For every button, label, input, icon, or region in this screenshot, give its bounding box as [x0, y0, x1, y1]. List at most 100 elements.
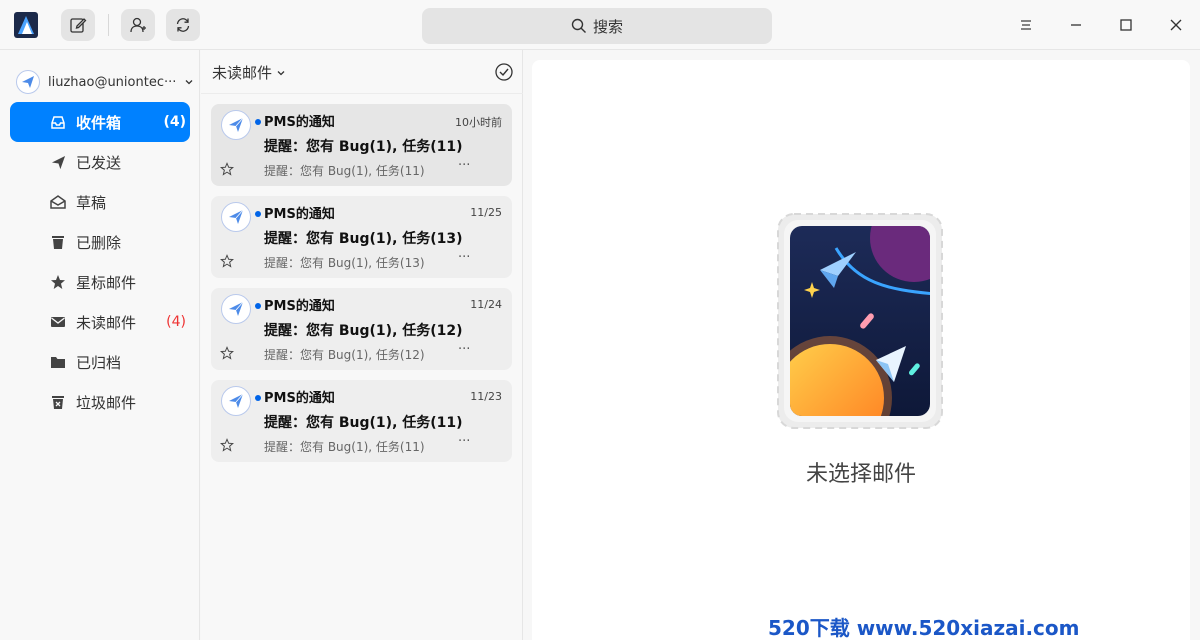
mail-list-item[interactable]: PMS的通知 11/24 提醒：您有 Bug(1), 任务(12) 提醒：您有 …: [211, 288, 512, 370]
sender-avatar: [221, 202, 251, 232]
unread-count-badge: (4): [163, 114, 186, 130]
unread-icon: [51, 317, 65, 327]
unread-dot: [255, 119, 261, 125]
mail-content-panel: 未选择邮件: [532, 60, 1190, 640]
account-email: liuzhao@uniontec···: [48, 74, 177, 90]
mail-date: 11/23: [470, 390, 502, 403]
mail-preview: 提醒：您有 Bug(1), 任务(11): [264, 440, 425, 454]
star-icon: [51, 275, 65, 289]
star-outline-icon[interactable]: [220, 162, 234, 176]
maximize-button[interactable]: [1114, 13, 1138, 37]
account-avatar: [16, 70, 40, 94]
unread-count-badge: (4): [166, 314, 186, 330]
mail-preview: 提醒：您有 Bug(1), 任务(11): [264, 164, 425, 178]
mail-sender: PMS的通知: [264, 299, 335, 314]
paper-plane-icon: [229, 117, 244, 132]
paper-plane-icon: [229, 209, 244, 224]
mail-subject: 提醒：您有 Bug(1), 任务(11): [264, 415, 463, 431]
menu-button[interactable]: [1014, 13, 1038, 37]
refresh-button[interactable]: [166, 9, 200, 41]
sidebar-item-deleted[interactable]: 已删除: [10, 222, 190, 262]
more-options-icon[interactable]: ···: [458, 342, 470, 357]
site-watermark: 520下载 www.520xiazai.com: [768, 616, 1080, 640]
sidebar-item-label: 垃圾邮件: [76, 393, 137, 412]
mail-subject: 提醒：您有 Bug(1), 任务(12): [264, 323, 463, 339]
mail-sender: PMS的通知: [264, 391, 335, 406]
sidebar: liuzhao@uniontec··· 收件箱 (4) 已发送 草稿 已删除 星…: [0, 50, 200, 640]
sidebar-item-label: 星标邮件: [76, 273, 137, 292]
mail-date: 11/25: [470, 206, 502, 219]
account-selector[interactable]: liuzhao@uniontec···: [16, 70, 194, 94]
compose-icon: [70, 18, 87, 33]
paper-plane-icon: [22, 76, 34, 88]
title-bar: 搜索: [0, 0, 1200, 50]
chevron-down-icon: [185, 80, 193, 85]
folder-icon: [51, 357, 65, 368]
junk-icon: [52, 396, 64, 409]
more-options-icon[interactable]: ···: [458, 250, 470, 265]
sender-avatar: [221, 110, 251, 140]
stamp-illustration-icon: [777, 213, 943, 429]
sidebar-item-sent[interactable]: 已发送: [10, 142, 190, 182]
star-outline-icon[interactable]: [220, 346, 234, 360]
empty-state-text: 未选择邮件: [805, 462, 916, 487]
maximize-icon: [1120, 19, 1132, 31]
sender-avatar: [221, 294, 251, 324]
mail-list-item[interactable]: PMS的通知 11/23 提醒：您有 Bug(1), 任务(11) 提醒：您有 …: [211, 380, 512, 462]
refresh-icon: [176, 18, 190, 32]
search-placeholder: 搜索: [592, 17, 623, 36]
unread-dot: [255, 303, 261, 309]
close-icon: [1170, 19, 1182, 31]
mail-list-panel: 未读邮件 PMS的通知 10小时前 提醒：您有 Bug(1), 任务(11) 提…: [201, 50, 523, 640]
star-outline-icon[interactable]: [220, 254, 234, 268]
inbox-icon: [51, 116, 65, 129]
trash-icon: [52, 236, 64, 249]
mail-date: 11/24: [470, 298, 502, 311]
sidebar-item-unread[interactable]: 未读邮件 (4): [10, 302, 190, 342]
menu-icon: [1021, 20, 1031, 30]
mail-subject: 提醒：您有 Bug(1), 任务(11): [264, 139, 463, 155]
sidebar-item-label: 收件箱: [76, 113, 122, 132]
sidebar-item-label: 草稿: [76, 193, 107, 212]
contacts-icon: [130, 17, 146, 33]
toolbar-separator: [108, 14, 109, 36]
mail-preview: 提醒：您有 Bug(1), 任务(13): [264, 256, 425, 270]
contacts-button[interactable]: [121, 9, 155, 41]
compose-button[interactable]: [61, 9, 95, 41]
paper-plane-icon: [229, 301, 244, 316]
sidebar-item-drafts[interactable]: 草稿: [10, 182, 190, 222]
draft-icon: [50, 195, 66, 209]
chevron-down-icon: [277, 70, 285, 75]
mail-list-item[interactable]: PMS的通知 11/25 提醒：您有 Bug(1), 任务(13) 提醒：您有 …: [211, 196, 512, 278]
filter-label: 未读邮件: [212, 64, 273, 82]
sidebar-item-archived[interactable]: 已归档: [10, 342, 190, 382]
sidebar-item-inbox[interactable]: 收件箱 (4): [10, 102, 190, 142]
minimize-icon: [1071, 24, 1081, 26]
paper-plane-icon: [229, 393, 244, 408]
mail-sender: PMS的通知: [264, 207, 335, 222]
select-all-icon[interactable]: [494, 62, 514, 82]
search-input[interactable]: 搜索: [422, 8, 772, 44]
mail-list-item[interactable]: PMS的通知 10小时前 提醒：您有 Bug(1), 任务(11) 提醒：您有 …: [211, 104, 512, 186]
sidebar-item-label: 未读邮件: [76, 313, 137, 332]
sidebar-item-label: 已删除: [76, 233, 122, 252]
sender-avatar: [221, 386, 251, 416]
mail-preview: 提醒：您有 Bug(1), 任务(12): [264, 348, 425, 362]
more-options-icon[interactable]: ···: [458, 434, 470, 449]
mail-subject: 提醒：您有 Bug(1), 任务(13): [264, 231, 463, 247]
star-outline-icon[interactable]: [220, 438, 234, 452]
minimize-button[interactable]: [1064, 13, 1088, 37]
sidebar-item-label: 已发送: [76, 153, 122, 172]
filter-dropdown[interactable]: 未读邮件: [212, 62, 286, 83]
sidebar-item-starred[interactable]: 星标邮件: [10, 262, 190, 302]
unread-dot: [255, 395, 261, 401]
more-options-icon[interactable]: ···: [458, 158, 470, 173]
sidebar-item-junk[interactable]: 垃圾邮件: [10, 382, 190, 422]
close-button[interactable]: [1164, 13, 1188, 37]
app-logo-icon[interactable]: [14, 12, 38, 38]
search-icon: [571, 18, 586, 33]
folder-nav: 收件箱 (4) 已发送 草稿 已删除 星标邮件 未读邮件 (4) 已归档 垃圾邮…: [10, 102, 190, 422]
mail-date: 10小时前: [455, 116, 502, 129]
send-icon: [51, 155, 65, 169]
sidebar-item-label: 已归档: [76, 353, 122, 372]
